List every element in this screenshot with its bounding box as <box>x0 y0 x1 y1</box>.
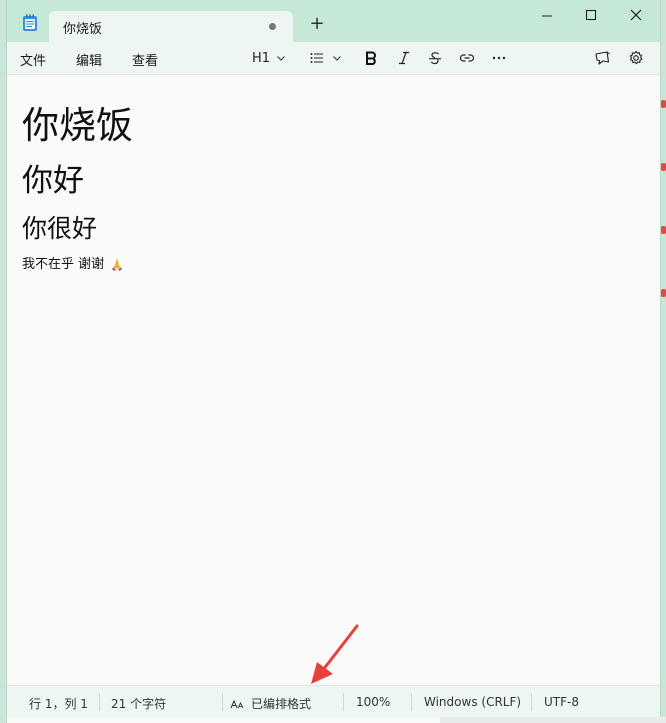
strikethrough-icon <box>429 52 441 65</box>
menu-bar: 文件 编辑 查看 H1 <box>7 42 660 75</box>
copilot-button[interactable] <box>594 48 611 68</box>
link-button[interactable] <box>459 48 475 68</box>
background-fragment <box>661 100 666 108</box>
status-divider <box>222 693 223 711</box>
unsaved-indicator-icon[interactable] <box>269 23 276 30</box>
cursor-position: 行 1，列 1 <box>29 697 88 711</box>
paragraph-text: 我不在乎 谢谢 <box>22 257 105 272</box>
document-heading-3: 你很好 <box>22 214 98 243</box>
link-icon <box>459 54 475 62</box>
heading-level-label: H1 <box>252 50 271 66</box>
more-icon <box>492 56 506 60</box>
new-tab-button[interactable]: + <box>307 14 327 34</box>
status-divider <box>343 693 344 711</box>
document-heading-1: 你烧饭 <box>22 104 133 147</box>
document-paragraph: 我不在乎 谢谢 <box>22 255 125 275</box>
document-heading-2: 你好 <box>22 163 84 199</box>
line-ending[interactable]: Windows (CRLF) <box>424 695 521 709</box>
formatting-label: 已编排格式 <box>251 697 312 711</box>
list-icon <box>310 53 323 63</box>
chevron-down-icon <box>277 56 285 61</box>
menu-file[interactable]: 文件 <box>20 50 46 69</box>
tab-title: 你烧饭 <box>63 22 103 37</box>
list-dropdown[interactable] <box>309 48 342 68</box>
more-options-button[interactable] <box>491 48 507 68</box>
status-bar: 行 1，列 1 21 个字符 已编排格式 100% Windows (CRLF)… <box>7 685 660 718</box>
copilot-icon <box>595 51 610 65</box>
editor-area[interactable]: 你烧饭 你好 你很好 我不在乎 谢谢 <box>7 75 660 684</box>
status-divider <box>99 693 100 711</box>
heading-dropdown[interactable]: H1 <box>252 48 286 68</box>
gear-icon <box>629 50 643 65</box>
status-divider <box>411 693 412 711</box>
character-count: 21 个字符 <box>111 697 167 711</box>
annotation-arrow-icon <box>311 624 359 684</box>
encoding[interactable]: UTF-8 <box>544 695 579 709</box>
font-format-icon <box>230 699 244 708</box>
folded-hands-emoji-icon <box>112 259 123 271</box>
document-tab[interactable]: 你烧饭 <box>49 11 293 42</box>
menu-view[interactable]: 查看 <box>132 50 158 69</box>
zoom-level[interactable]: 100% <box>356 695 390 709</box>
status-divider <box>531 693 532 711</box>
notepad-app-icon <box>23 14 37 31</box>
italic-button[interactable] <box>396 48 412 68</box>
close-icon[interactable] <box>620 4 652 28</box>
background-fragment <box>440 717 666 723</box>
notepad-window: 你烧饭 + 文件 编辑 查看 H1 你烧饭 你好 你很好 我不在乎 谢谢 行 1… <box>7 0 660 723</box>
italic-icon <box>399 51 409 65</box>
title-bar: 你烧饭 + <box>7 0 660 42</box>
maximize-icon[interactable] <box>575 4 607 28</box>
background-fragment <box>661 163 666 171</box>
menu-edit[interactable]: 编辑 <box>76 50 102 69</box>
strikethrough-button[interactable] <box>427 48 443 68</box>
formatting-status[interactable]: 已编排格式 <box>230 695 311 712</box>
bold-button[interactable] <box>363 48 379 68</box>
background-fragment <box>661 289 666 297</box>
settings-button[interactable] <box>628 48 644 68</box>
chevron-down-icon <box>333 56 341 61</box>
bold-icon <box>366 51 376 65</box>
background-fragment <box>661 226 666 234</box>
minimize-icon[interactable] <box>531 4 563 28</box>
